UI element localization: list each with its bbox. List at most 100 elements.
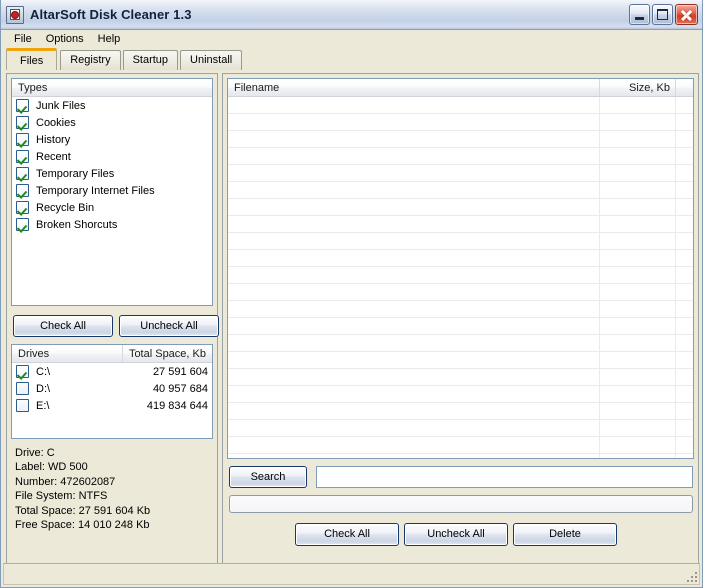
types-list-item[interactable]: Recycle Bin [12, 199, 212, 216]
search-button[interactable]: Search [229, 466, 307, 488]
file-name-cell [228, 369, 600, 385]
minimize-button[interactable] [629, 4, 650, 25]
files-list-row[interactable] [228, 148, 693, 165]
delete-button[interactable]: Delete [513, 523, 617, 546]
files-list-row[interactable] [228, 284, 693, 301]
filename-column-header[interactable]: Filename [228, 79, 600, 96]
files-list-row[interactable] [228, 420, 693, 437]
types-list-item[interactable]: Temporary Internet Files [12, 182, 212, 199]
files-list-row[interactable] [228, 318, 693, 335]
file-size-cell [600, 284, 676, 300]
tab-registry[interactable]: Registry [60, 50, 121, 70]
files-list-row[interactable] [228, 216, 693, 233]
file-filler-cell [676, 165, 693, 181]
types-list-item[interactable]: Junk Files [12, 97, 212, 114]
drive-checkbox[interactable] [16, 365, 29, 378]
drives-list-row[interactable]: C:\ 27 591 604 [12, 363, 212, 380]
window-controls [629, 4, 698, 25]
files-list-row[interactable] [228, 437, 693, 454]
menu-item-file[interactable]: File [7, 32, 39, 47]
menu-bar: File Options Help [1, 30, 702, 48]
files-list-row[interactable] [228, 369, 693, 386]
files-list-row[interactable] [228, 114, 693, 131]
resize-grip-icon[interactable] [685, 570, 697, 582]
types-item-checkbox[interactable] [16, 184, 29, 197]
drives-list-row[interactable]: D:\ 40 957 684 [12, 380, 212, 397]
files-list-row[interactable] [228, 250, 693, 267]
drives-list-row[interactable]: E:\ 419 834 644 [12, 397, 212, 414]
menu-item-help[interactable]: Help [91, 32, 128, 47]
files-list-row[interactable] [228, 199, 693, 216]
files-list-row[interactable] [228, 165, 693, 182]
files-list-row[interactable] [228, 454, 693, 458]
drive-checkbox[interactable] [16, 382, 29, 395]
types-list-item[interactable]: Temporary Files [12, 165, 212, 182]
file-size-cell [600, 97, 676, 113]
types-item-label: Recent [36, 150, 71, 163]
files-list-row[interactable] [228, 97, 693, 114]
types-list-item[interactable]: Recent [12, 148, 212, 165]
files-list-row[interactable] [228, 403, 693, 420]
file-size-cell [600, 267, 676, 283]
files-list[interactable]: Filename Size, Kb [227, 78, 694, 459]
types-item-checkbox[interactable] [16, 133, 29, 146]
total-space-column-header[interactable]: Total Space, Kb [123, 345, 212, 362]
types-item-checkbox[interactable] [16, 116, 29, 129]
tab-files[interactable]: Files [6, 48, 58, 70]
file-name-cell [228, 284, 600, 300]
files-list-row[interactable] [228, 301, 693, 318]
files-list-row[interactable] [228, 335, 693, 352]
types-item-checkbox[interactable] [16, 99, 29, 112]
file-filler-cell [676, 403, 693, 419]
types-uncheck-all-button[interactable]: Uncheck All [119, 315, 219, 337]
types-item-checkbox[interactable] [16, 167, 29, 180]
file-name-cell [228, 301, 600, 317]
types-list[interactable]: Types Junk Files Cookies History Recent Temp… [11, 78, 213, 306]
files-check-all-button[interactable]: Check All [295, 523, 399, 546]
types-list-header: Types [12, 79, 212, 97]
types-column-header[interactable]: Types [12, 79, 212, 96]
files-list-row[interactable] [228, 386, 693, 403]
maximize-icon [657, 9, 668, 20]
types-list-item[interactable]: History [12, 131, 212, 148]
drives-column-header[interactable]: Drives [12, 345, 123, 362]
files-list-row[interactable] [228, 233, 693, 250]
tab-uninstall[interactable]: Uninstall [180, 50, 243, 70]
files-list-row[interactable] [228, 352, 693, 369]
file-size-cell [600, 216, 676, 232]
drives-list[interactable]: Drives Total Space, Kb C:\ 27 591 604 D:\ 4… [11, 344, 213, 439]
files-list-row[interactable] [228, 182, 693, 199]
files-list-row[interactable] [228, 131, 693, 148]
tab-startup[interactable]: Startup [122, 50, 179, 70]
file-filler-cell [676, 420, 693, 436]
file-size-cell [600, 114, 676, 130]
files-list-row[interactable] [228, 267, 693, 284]
file-size-cell [600, 352, 676, 368]
file-name-cell [228, 199, 600, 215]
types-list-item[interactable]: Broken Shorcuts [12, 216, 212, 233]
right-pane: Filename Size, Kb Search Check All Unche… [222, 73, 699, 585]
types-check-all-button[interactable]: Check All [13, 315, 113, 337]
drive-label: D:\ [36, 382, 51, 395]
filler-column-header[interactable] [676, 79, 693, 96]
file-size-cell [600, 182, 676, 198]
types-list-body: Junk Files Cookies History Recent Temporary … [12, 97, 212, 305]
types-item-checkbox[interactable] [16, 150, 29, 163]
types-list-item[interactable]: Cookies [12, 114, 212, 131]
file-filler-cell [676, 250, 693, 266]
drive-label: E:\ [36, 399, 50, 412]
files-uncheck-all-button[interactable]: Uncheck All [404, 523, 508, 546]
status-bar [3, 563, 700, 585]
close-button[interactable] [675, 4, 698, 25]
menu-item-options[interactable]: Options [39, 32, 91, 47]
types-item-checkbox[interactable] [16, 218, 29, 231]
file-filler-cell [676, 97, 693, 113]
file-name-cell [228, 318, 600, 334]
maximize-button[interactable] [652, 4, 673, 25]
search-input[interactable] [316, 466, 693, 488]
drive-total-space-cell: 419 834 644 [146, 399, 208, 412]
drive-checkbox[interactable] [16, 399, 29, 412]
size-column-header[interactable]: Size, Kb [600, 79, 676, 96]
types-item-checkbox[interactable] [16, 201, 29, 214]
file-name-cell [228, 454, 600, 458]
